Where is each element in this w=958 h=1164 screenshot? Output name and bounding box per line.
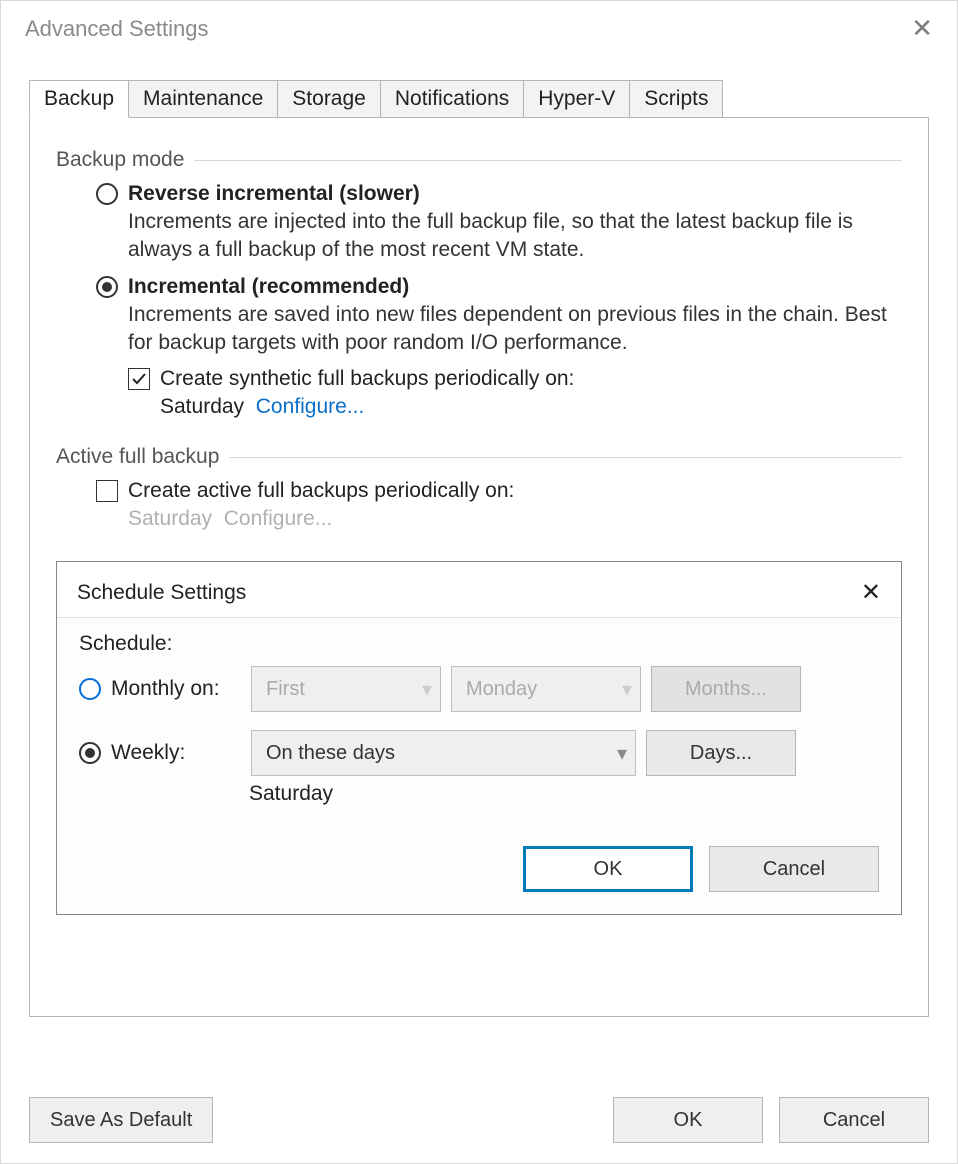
chevron-down-icon: ▾ <box>622 677 632 702</box>
divider <box>229 457 902 458</box>
ok-button[interactable]: OK <box>613 1097 763 1143</box>
reverse-incremental-title: Reverse incremental (slower) <box>128 182 420 206</box>
active-full-configure-link: Configure... <box>224 507 333 530</box>
monthly-day-value: Monday <box>466 678 537 701</box>
monthly-day-combo: Monday ▾ <box>451 666 641 712</box>
incremental-desc: Increments are saved into new files depe… <box>128 301 902 358</box>
schedule-button-row: OK Cancel <box>79 846 879 892</box>
active-full-group: Active full backup <box>56 445 902 469</box>
synthetic-full-subline: Saturday Configure... <box>160 395 902 419</box>
weekly-combo[interactable]: On these days ▾ <box>251 730 636 776</box>
schedule-settings-dialog: Schedule Settings ✕ Schedule: Monthly on… <box>56 561 902 915</box>
schedule-label: Schedule: <box>79 632 879 656</box>
titlebar: Advanced Settings ✕ <box>1 1 957 50</box>
incremental-radio[interactable] <box>96 276 118 298</box>
save-as-default-button[interactable]: Save As Default <box>29 1097 213 1143</box>
weekly-label: Weekly: <box>111 741 251 765</box>
backup-mode-incremental-option: Incremental (recommended) Increments are… <box>96 275 902 420</box>
tab-hyper-v[interactable]: Hyper-V <box>523 80 630 118</box>
weekly-radio[interactable] <box>79 742 101 764</box>
schedule-close-icon[interactable]: ✕ <box>861 578 881 607</box>
tab-backup[interactable]: Backup <box>29 80 129 118</box>
chevron-down-icon: ▾ <box>422 677 432 702</box>
tabstrip: Backup Maintenance Storage Notifications… <box>29 80 929 118</box>
active-full-option: Create active full backups periodically … <box>96 479 902 531</box>
days-button[interactable]: Days... <box>646 730 796 776</box>
advanced-settings-window: Advanced Settings ✕ Backup Maintenance S… <box>0 0 958 1164</box>
active-full-check-label: Create active full backups periodically … <box>128 479 514 503</box>
tab-storage[interactable]: Storage <box>277 80 381 118</box>
schedule-body: Schedule: Monthly on: First ▾ Monday ▾ <box>57 618 901 914</box>
monthly-ordinal-value: First <box>266 678 305 701</box>
reverse-incremental-radio[interactable] <box>96 183 118 205</box>
divider <box>194 160 902 161</box>
synthetic-full-row: Create synthetic full backups periodical… <box>128 367 902 391</box>
weekly-day-summary: Saturday <box>249 782 879 806</box>
backup-mode-label: Backup mode <box>56 148 194 172</box>
months-button: Months... <box>651 666 801 712</box>
synthetic-configure-link[interactable]: Configure... <box>256 395 365 418</box>
active-full-day: Saturday <box>128 507 212 530</box>
monthly-ordinal-combo: First ▾ <box>251 666 441 712</box>
active-full-subline: Saturday Configure... <box>128 507 902 531</box>
active-full-label: Active full backup <box>56 445 229 469</box>
schedule-weekly-row: Weekly: On these days ▾ Days... <box>79 730 879 776</box>
weekly-combo-value: On these days <box>266 742 395 765</box>
backup-mode-group: Backup mode <box>56 148 902 172</box>
synthetic-full-label: Create synthetic full backups periodical… <box>160 367 574 391</box>
close-icon[interactable]: ✕ <box>905 11 939 46</box>
synthetic-full-checkbox[interactable] <box>128 368 150 390</box>
tab-maintenance[interactable]: Maintenance <box>128 80 278 118</box>
backup-mode-reverse-option: Reverse incremental (slower) Increments … <box>96 182 902 265</box>
backup-tab-panel: Backup mode Reverse incremental (slower)… <box>29 117 929 1017</box>
reverse-incremental-desc: Increments are injected into the full ba… <box>128 208 902 265</box>
tab-scripts[interactable]: Scripts <box>629 80 723 118</box>
active-full-checkbox[interactable] <box>96 480 118 502</box>
cancel-button[interactable]: Cancel <box>779 1097 929 1143</box>
schedule-cancel-button[interactable]: Cancel <box>709 846 879 892</box>
tab-notifications[interactable]: Notifications <box>380 80 524 118</box>
monthly-label: Monthly on: <box>111 677 251 701</box>
window-title: Advanced Settings <box>25 16 208 42</box>
monthly-radio[interactable] <box>79 678 101 700</box>
bottom-button-bar: Save As Default OK Cancel <box>1 1097 957 1163</box>
schedule-settings-titlebar: Schedule Settings ✕ <box>57 562 901 617</box>
synthetic-full-day: Saturday <box>160 395 244 418</box>
schedule-settings-title: Schedule Settings <box>77 581 246 605</box>
chevron-down-icon: ▾ <box>617 741 627 766</box>
incremental-title: Incremental (recommended) <box>128 275 409 299</box>
schedule-ok-button[interactable]: OK <box>523 846 693 892</box>
content-area: Backup Maintenance Storage Notifications… <box>1 50 957 1097</box>
schedule-monthly-row: Monthly on: First ▾ Monday ▾ Months... <box>79 666 879 712</box>
